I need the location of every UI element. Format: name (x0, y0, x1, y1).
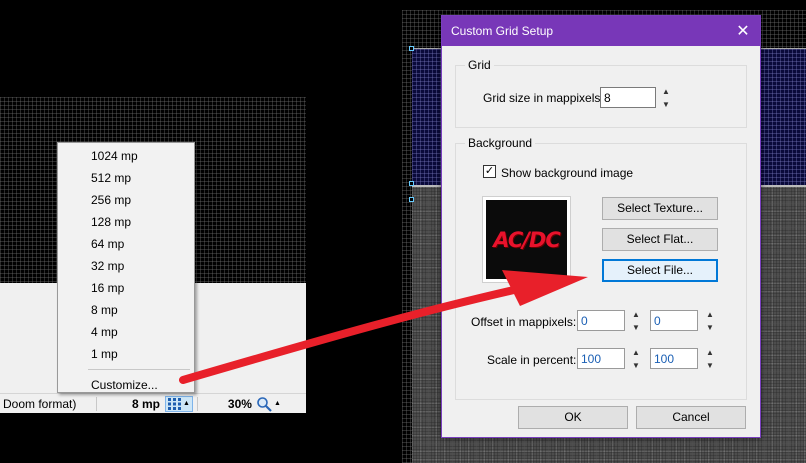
select-texture-button[interactable]: Select Texture... (602, 197, 718, 220)
scale-label: Scale in percent: (487, 353, 577, 367)
grid-size-menu: 1024 mp 512 mp 256 mp 128 mp 64 mp 32 mp… (57, 142, 195, 393)
bottom-strip (0, 413, 306, 423)
close-button[interactable]: ✕ (726, 16, 760, 46)
spin-up-icon[interactable]: ▲ (706, 310, 714, 319)
grid-group: Grid Grid size in mappixels: ▲ ▼ (455, 58, 747, 128)
select-file-button[interactable]: Select File... (602, 259, 718, 282)
close-icon: ✕ (736, 23, 750, 40)
ok-button[interactable]: OK (518, 406, 628, 429)
grid-size-label: 8 mp (131, 396, 160, 411)
offset-x-spinner[interactable]: ▲ ▼ (631, 310, 641, 332)
grid-group-title: Grid (465, 58, 494, 72)
status-bar: Doom format) 8 mp ▲ 30% ▲ (0, 393, 306, 413)
menu-item-128mp[interactable]: 128 mp (58, 211, 194, 233)
show-background-label[interactable]: Show background image (501, 166, 633, 180)
menu-item-customize[interactable]: Customize... (58, 374, 194, 396)
menu-item-256mp[interactable]: 256 mp (58, 189, 194, 211)
preview-logo-text: AC/DC (493, 227, 561, 252)
dialog-title-bar[interactable]: Custom Grid Setup ✕ (442, 16, 760, 46)
spin-up-icon[interactable]: ▲ (632, 348, 640, 357)
spin-down-icon[interactable]: ▼ (662, 100, 670, 109)
spin-up-icon[interactable]: ▲ (706, 348, 714, 357)
grid-icon (168, 397, 181, 410)
scale-x-spinner[interactable]: ▲ ▼ (631, 348, 641, 370)
select-flat-button[interactable]: Select Flat... (602, 228, 718, 251)
scale-y-spinner[interactable]: ▲ ▼ (705, 348, 715, 370)
menu-item-64mp[interactable]: 64 mp (58, 233, 194, 255)
spin-down-icon[interactable]: ▼ (632, 361, 640, 370)
spin-down-icon[interactable]: ▼ (632, 323, 640, 332)
menu-item-32mp[interactable]: 32 mp (58, 255, 194, 277)
grid-size-label: Grid size in mappixels: (483, 91, 604, 105)
map-vertex[interactable] (409, 197, 414, 202)
caret-up-icon: ▲ (273, 400, 281, 407)
zoom-level: 30% (227, 396, 252, 411)
scale-x-input[interactable] (577, 348, 625, 369)
spin-down-icon[interactable]: ▼ (706, 361, 714, 370)
map-vertex[interactable] (409, 181, 414, 186)
menu-item-1024mp[interactable]: 1024 mp (58, 145, 194, 167)
preview-image: AC/DC (486, 200, 567, 279)
menu-item-8mp[interactable]: 8 mp (58, 299, 194, 321)
menu-item-4mp[interactable]: 4 mp (58, 321, 194, 343)
background-preview: AC/DC (482, 196, 571, 283)
show-background-checkbox[interactable]: ✓ (483, 165, 496, 178)
menu-separator (88, 369, 190, 370)
custom-grid-setup-dialog: Custom Grid Setup ✕ Grid Grid size in ma… (441, 15, 761, 438)
offset-label: Offset in mappixels: (471, 315, 577, 329)
offset-y-spinner[interactable]: ▲ ▼ (705, 310, 715, 332)
zoom-button[interactable]: ▲ (256, 396, 281, 412)
offset-x-input[interactable] (577, 310, 625, 331)
grid-size-button[interactable]: ▲ (165, 395, 193, 412)
grid-size-spinner[interactable]: ▲ ▼ (661, 87, 671, 109)
grid-size-input[interactable] (600, 87, 656, 108)
background-group-title: Background (465, 136, 536, 150)
offset-y-input[interactable] (650, 310, 698, 331)
spin-up-icon[interactable]: ▲ (662, 87, 670, 96)
map-format-text: Doom format) (3, 396, 77, 411)
menu-item-16mp[interactable]: 16 mp (58, 277, 194, 299)
caret-up-icon: ▲ (183, 400, 190, 407)
menu-item-1mp[interactable]: 1 mp (58, 343, 194, 365)
menu-item-512mp[interactable]: 512 mp (58, 167, 194, 189)
scale-y-input[interactable] (650, 348, 698, 369)
cancel-button[interactable]: Cancel (636, 406, 746, 429)
spin-down-icon[interactable]: ▼ (706, 323, 714, 332)
magnifier-icon (257, 396, 272, 412)
dialog-title: Custom Grid Setup (451, 24, 554, 38)
map-vertex[interactable] (409, 46, 414, 51)
spin-up-icon[interactable]: ▲ (632, 310, 640, 319)
